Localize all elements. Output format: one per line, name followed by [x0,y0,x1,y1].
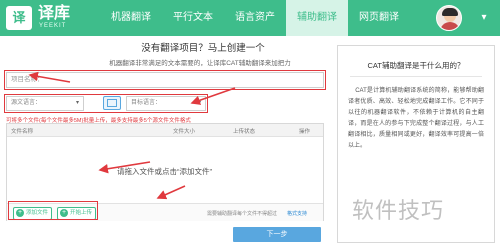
logo-subtitle: YEEKIT [39,23,67,29]
drop-hint: 请拖入文件或点击“添加文件” [117,167,212,176]
page-title: 没有翻译项目？马上创建一个 [141,43,265,54]
help-divider [350,76,482,77]
watermark: 软件技巧 [352,199,445,224]
page-description: 机器翻译非常满足的文本需要的，让译库CAT辅助翻译来加把力 [109,60,291,67]
next-step-button[interactable]: 下一步 [233,227,321,242]
col-file-name: 文件名称 [11,129,34,135]
avatar-hair [442,8,458,16]
chevron-down-icon[interactable]: ▾ [474,8,494,28]
logo-mark: 译 [6,6,32,30]
logo[interactable]: 译 译库 YEEKIT [6,5,86,31]
nav-cat-translation[interactable]: 辅助翻译 [286,0,348,36]
nav-machine-translation[interactable]: 机器翻译 [100,0,162,36]
nav-language-assets[interactable]: 语言资产 [224,0,286,36]
logo-title: 译库 [38,5,71,22]
annotation-box-upload-buttons [8,201,98,220]
col-file-size: 文件大小 [173,129,196,135]
nav-web-translation[interactable]: 网页翻译 [348,0,410,36]
nav-parallel-text[interactable]: 平行文本 [162,0,224,36]
annotation-box-project-name [4,70,326,90]
col-actions: 操作 [299,129,311,135]
file-table-header: 文件名称 文件大小 上传状态 操作 [7,124,323,137]
format-support-link[interactable]: 格式支持 [287,210,307,217]
col-upload-status: 上传状态 [233,129,256,135]
help-title: CAT辅助翻译是干什么用的？ [367,61,465,70]
help-body: CAT是计算机辅助翻译系统的简称，能够帮助翻译者优质、高效、轻松地完成翻译工作。… [348,88,484,149]
annotation-box-languages [4,94,208,113]
upload-limit-note: 需要辅助翻译每个文件不得超过 [207,211,278,217]
avatar[interactable] [436,5,462,31]
avatar-body [440,22,460,30]
top-navbar: 译 译库 YEEKIT 机器翻译 平行文本 语言资产 辅助翻译 网页翻译 ▾ [0,0,500,36]
